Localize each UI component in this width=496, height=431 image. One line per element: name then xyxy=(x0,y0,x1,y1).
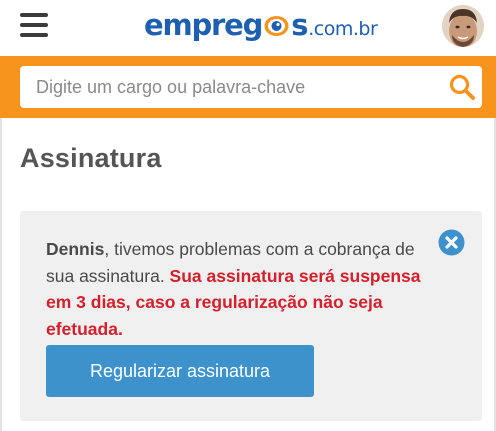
eye-icon xyxy=(263,14,290,38)
search-input[interactable] xyxy=(20,66,442,108)
magnifier-icon[interactable] xyxy=(442,67,482,107)
top-header: empreg s .com.br xyxy=(0,0,496,56)
billing-alert-card: Dennis, tivemos problemas com a cobrança… xyxy=(20,211,482,421)
search-box xyxy=(20,66,482,108)
frame-border-left xyxy=(0,118,2,431)
alert-user-name: Dennis xyxy=(46,239,105,259)
site-logo[interactable]: empreg s .com.br xyxy=(144,8,378,44)
logo-tld: .com.br xyxy=(308,18,378,40)
alert-message: Dennis, tivemos problemas com a cobrança… xyxy=(46,236,431,342)
close-circle-icon[interactable] xyxy=(438,229,465,256)
regularize-subscription-button[interactable]: Regularizar assinatura xyxy=(46,345,314,397)
page-title: Assinatura xyxy=(20,143,162,173)
search-bar xyxy=(0,56,496,118)
user-avatar[interactable] xyxy=(442,5,484,47)
hamburger-menu-icon[interactable] xyxy=(20,12,48,38)
logo-text-part1: empreg xyxy=(144,8,263,42)
logo-text-part2: s xyxy=(291,8,308,42)
